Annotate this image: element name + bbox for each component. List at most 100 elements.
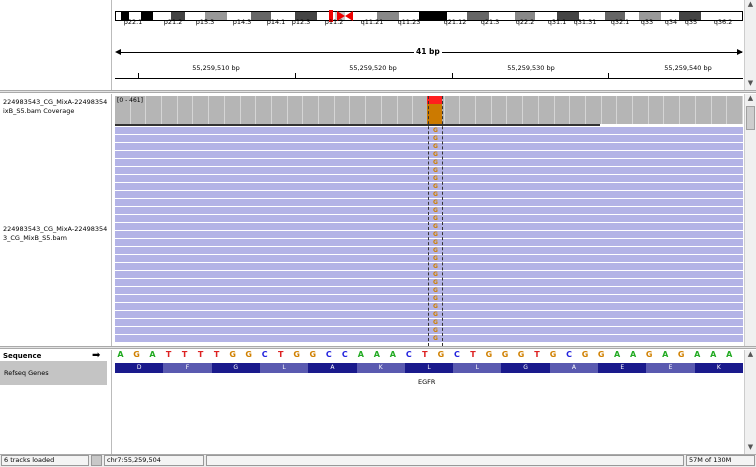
band-label: p22.1 xyxy=(123,18,143,26)
read-row[interactable]: G xyxy=(115,335,743,342)
amino-acid: E xyxy=(646,363,695,373)
read-row[interactable]: G xyxy=(115,271,743,278)
reference-base: A xyxy=(662,350,669,359)
read-row[interactable]: G xyxy=(115,127,743,134)
refseq-track-name[interactable]: Refseq Genes xyxy=(4,369,49,377)
read-row[interactable]: G xyxy=(115,199,743,206)
mismatch-base: G xyxy=(433,247,438,254)
alignment-track-name[interactable]: 224983543_CG_MixA-22498354 3_CG_MixB_S5.… xyxy=(3,225,107,243)
read-row[interactable]: G xyxy=(115,151,743,158)
read-row[interactable]: G xyxy=(115,223,743,230)
ideogram-band xyxy=(141,11,153,21)
mismatch-base: G xyxy=(433,319,438,326)
band-label: q11.23 xyxy=(397,18,421,26)
data-scrollbar[interactable]: ▲ xyxy=(744,94,756,347)
mismatch-base: G xyxy=(433,255,438,262)
reference-base: G xyxy=(501,350,509,359)
alignment-track[interactable]: GGGGGGGGGGGGGGGGGGGGGGGGGGG xyxy=(115,127,743,345)
amino-acid: G xyxy=(501,363,550,373)
scroll-up-icon[interactable]: ▲ xyxy=(746,0,755,9)
mismatch-base: G xyxy=(433,167,438,174)
scroll-up-icon[interactable]: ▲ xyxy=(746,94,755,103)
read-row[interactable]: G xyxy=(115,143,743,150)
reference-base: G xyxy=(293,350,300,359)
reference-base: A xyxy=(117,350,124,359)
read-row[interactable]: G xyxy=(115,191,743,198)
coverage-mismatch-alt[interactable] xyxy=(427,104,442,124)
mismatch-base: G xyxy=(433,175,438,182)
panel-divider[interactable] xyxy=(0,90,756,93)
coverage-column xyxy=(586,96,602,124)
read-row[interactable]: G xyxy=(115,279,743,286)
coverage-mismatch-ref[interactable] xyxy=(427,96,442,104)
amino-acid: L xyxy=(453,363,502,373)
read-row[interactable]: G xyxy=(115,295,743,302)
coverage-column xyxy=(335,96,351,124)
band-label: p12.3 xyxy=(291,18,311,26)
reference-sequence[interactable]: AGATTTTGGCTGGCCAAACTGCTGGGTGCGGAAGAGAAA xyxy=(115,350,743,361)
scroll-down-icon[interactable]: ▼ xyxy=(746,79,755,88)
coverage-column xyxy=(712,96,728,124)
read-row[interactable]: G xyxy=(115,167,743,174)
coverage-column xyxy=(696,96,712,124)
gene-amino-acids[interactable]: DFGLAKLLGAEEK xyxy=(115,363,743,373)
band-label: q31.1 xyxy=(547,18,567,26)
gene-name[interactable]: EGFR xyxy=(418,378,435,386)
coverage-column xyxy=(570,96,586,124)
read-row[interactable]: G xyxy=(115,239,743,246)
reference-base: G xyxy=(677,350,685,359)
coverage-track-name[interactable]: 224983543_CG_MixA-22498354 ixB_S5.bam Co… xyxy=(3,98,107,116)
coverage-column xyxy=(382,96,398,124)
reference-base: G xyxy=(549,350,557,359)
reference-base: G xyxy=(245,350,252,359)
strand-arrow-icon[interactable]: ➡ xyxy=(92,350,100,361)
read-row[interactable]: G xyxy=(115,175,743,182)
center-line-right xyxy=(442,96,443,346)
ruler-tick xyxy=(452,73,453,79)
read-row[interactable]: G xyxy=(115,287,743,294)
mismatch-base: G xyxy=(433,159,438,166)
read-row[interactable]: G xyxy=(115,311,743,318)
scroll-down-icon[interactable]: ▼ xyxy=(746,443,755,452)
reference-base: G xyxy=(485,350,493,359)
scroll-thumb[interactable] xyxy=(746,106,755,130)
read-row[interactable]: G xyxy=(115,231,743,238)
read-row[interactable]: G xyxy=(115,159,743,166)
read-row[interactable]: G xyxy=(115,207,743,214)
reference-base: A xyxy=(710,350,717,359)
read-row[interactable]: G xyxy=(115,215,743,222)
amino-acid: E xyxy=(598,363,647,373)
amino-acid: K xyxy=(356,363,405,373)
coverage-column xyxy=(476,96,492,124)
reference-base: A xyxy=(614,350,621,359)
band-label: q36.2 xyxy=(713,18,733,26)
ruler-tick-label: 55,259,510 bp xyxy=(192,64,240,72)
read-row[interactable]: G xyxy=(115,327,743,334)
read-row[interactable]: G xyxy=(115,247,743,254)
reference-base: G xyxy=(645,350,653,359)
panel-divider[interactable] xyxy=(0,346,756,349)
memory-status[interactable]: 57M of 130M xyxy=(686,455,755,466)
read-row[interactable]: G xyxy=(115,303,743,310)
read-row[interactable]: G xyxy=(115,183,743,190)
band-label: q31.31 xyxy=(573,18,597,26)
read-row[interactable]: G xyxy=(115,255,743,262)
scroll-up-icon[interactable]: ▲ xyxy=(746,350,755,359)
mismatch-base: G xyxy=(433,271,438,278)
reference-base: T xyxy=(197,350,204,359)
read-row[interactable]: G xyxy=(115,263,743,270)
feature-scrollbar[interactable]: ▲ ▼ xyxy=(744,350,756,454)
band-label: q35 xyxy=(684,18,698,26)
locus-status: chr7:55,259,504 xyxy=(104,455,204,466)
coverage-column xyxy=(649,96,665,124)
coverage-column xyxy=(366,96,382,124)
reference-base: C xyxy=(566,350,572,359)
read-row[interactable]: G xyxy=(115,135,743,142)
tracks-loaded-status: 6 tracks loaded xyxy=(1,455,89,466)
mismatch-base: G xyxy=(433,303,438,310)
header-scrollbar[interactable]: ▲ ▼ xyxy=(744,0,756,90)
read-row[interactable]: G xyxy=(115,319,743,326)
amino-acid: F xyxy=(163,363,212,373)
mismatch-base: G xyxy=(433,183,438,190)
sequence-track-name[interactable]: Sequence xyxy=(3,352,41,360)
